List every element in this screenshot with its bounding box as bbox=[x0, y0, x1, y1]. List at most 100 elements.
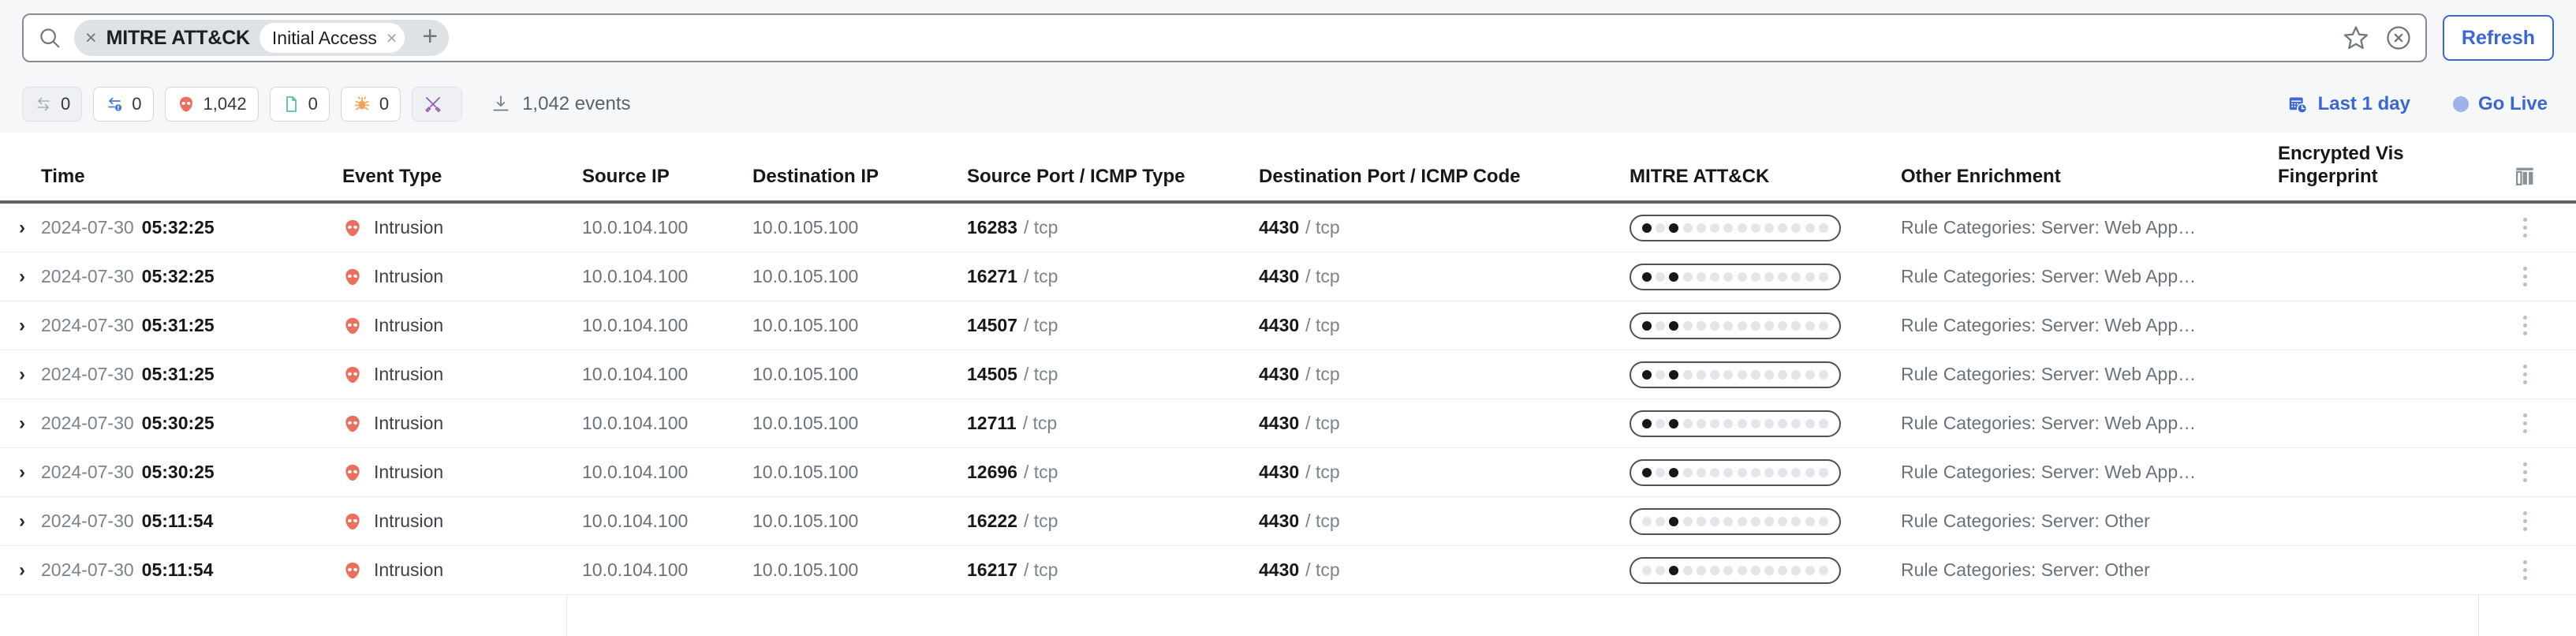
table-row[interactable]: › 2024-07-30 05:30:25 Intrusion 10.0.104.100… bbox=[0, 399, 2576, 448]
columns-icon[interactable] bbox=[2512, 164, 2537, 189]
row-menu-icon[interactable] bbox=[2518, 409, 2532, 438]
row-source-port: 16222 bbox=[967, 511, 1017, 531]
table-row[interactable]: › 2024-07-30 05:30:25 Intrusion 10.0.104.100… bbox=[0, 448, 2576, 497]
expand-row-button[interactable]: › bbox=[0, 559, 41, 581]
chevron-right-icon[interactable]: › bbox=[19, 559, 25, 581]
chevron-right-icon[interactable]: › bbox=[19, 315, 25, 336]
mitre-tactic-track[interactable] bbox=[1630, 410, 1841, 437]
mitre-tactic-track[interactable] bbox=[1630, 214, 1841, 241]
mitre-tactic-track[interactable] bbox=[1630, 556, 1841, 584]
row-time: 05:11:54 bbox=[141, 511, 214, 531]
expand-row-button[interactable]: › bbox=[0, 462, 41, 483]
chevron-right-icon[interactable]: › bbox=[19, 413, 25, 434]
mitre-tactic-track[interactable] bbox=[1630, 458, 1841, 486]
row-menu-icon[interactable] bbox=[2518, 556, 2532, 585]
clear-circle-icon[interactable] bbox=[2384, 24, 2413, 52]
table-row[interactable]: › 2024-07-30 05:11:54 Intrusion 10.0.104.100… bbox=[0, 546, 2576, 595]
row-source-ip: 10.0.104.100 bbox=[582, 462, 689, 482]
search-bar[interactable]: × MITRE ATT&CK Initial Access × + bbox=[22, 13, 2427, 62]
row-menu-icon[interactable] bbox=[2518, 507, 2532, 536]
mitre-tactic-track[interactable] bbox=[1630, 263, 1841, 290]
column-header-mitre-attack[interactable]: MITRE ATT&CK bbox=[1630, 166, 1901, 200]
column-header-encrypted-vis-fingerprint[interactable]: Encrypted Vis Fingerprint bbox=[2278, 143, 2475, 200]
row-date: 2024-07-30 bbox=[41, 266, 134, 286]
column-header-source-ip[interactable]: Source IP bbox=[554, 166, 752, 200]
row-other-enrichment: Rule Categories: Server: Web App… bbox=[1901, 315, 2197, 335]
mitre-tactic-track[interactable] bbox=[1630, 507, 1841, 535]
malware-chip[interactable]: 0 bbox=[340, 87, 401, 122]
row-menu-icon[interactable] bbox=[2518, 360, 2532, 389]
flow-chip[interactable]: 0 bbox=[22, 87, 83, 122]
file-chip[interactable]: 0 bbox=[269, 87, 330, 122]
expand-row-button[interactable]: › bbox=[0, 365, 41, 384]
tools-chip[interactable] bbox=[412, 87, 463, 122]
expand-row-button[interactable]: › bbox=[0, 217, 41, 238]
row-menu-icon[interactable] bbox=[2518, 311, 2532, 340]
alien-icon bbox=[177, 95, 196, 114]
mitre-dot bbox=[1778, 223, 1788, 233]
mitre-dot bbox=[1737, 565, 1747, 575]
row-event-type: Intrusion bbox=[374, 315, 444, 335]
expand-row-button[interactable]: › bbox=[0, 511, 41, 532]
star-icon[interactable] bbox=[2342, 24, 2370, 52]
alien-icon bbox=[342, 267, 363, 287]
expand-row-button[interactable]: › bbox=[0, 316, 41, 335]
file-chip-count: 0 bbox=[308, 94, 318, 114]
alien-icon bbox=[342, 413, 363, 434]
chevron-right-icon[interactable]: › bbox=[19, 511, 25, 532]
mitre-dot bbox=[1710, 516, 1720, 526]
events-count[interactable]: 1,042 events bbox=[491, 93, 631, 115]
row-menu-icon[interactable] bbox=[2518, 213, 2532, 242]
column-header-destination-ip[interactable]: Destination IP bbox=[752, 166, 967, 200]
cell-destination-port: 4430/ tcp bbox=[1259, 462, 1630, 483]
table-row[interactable]: › 2024-07-30 05:31:25 Intrusion 10.0.104.100… bbox=[0, 350, 2576, 399]
column-header-event-type[interactable]: Event Type bbox=[342, 166, 554, 200]
time-range-selector[interactable]: Last 1 day bbox=[2287, 93, 2410, 115]
go-live-toggle[interactable]: Go Live bbox=[2452, 93, 2548, 115]
row-other-enrichment: Rule Categories: Server: Web App… bbox=[1901, 364, 2197, 384]
expand-row-button[interactable]: › bbox=[0, 267, 41, 286]
column-header-destination-port[interactable]: Destination Port / ICMP Code bbox=[1259, 166, 1630, 200]
row-menu-icon[interactable] bbox=[2518, 458, 2532, 487]
chevron-right-icon[interactable]: › bbox=[19, 462, 25, 483]
mitre-dot bbox=[1656, 516, 1666, 526]
remove-filter-value-icon[interactable]: × bbox=[386, 28, 397, 47]
cell-time: 2024-07-30 05:31:25 bbox=[41, 315, 342, 336]
mitre-dot bbox=[1791, 320, 1801, 331]
table-row[interactable]: › 2024-07-30 05:32:25 Intrusion 10.0.104.100… bbox=[0, 253, 2576, 301]
mitre-dot bbox=[1710, 223, 1720, 233]
refresh-button[interactable]: Refresh bbox=[2442, 15, 2554, 61]
column-header-time[interactable]: Time bbox=[41, 166, 342, 200]
mitre-dot bbox=[1737, 271, 1747, 282]
row-source-port: 12711 bbox=[967, 413, 1017, 433]
chevron-right-icon[interactable]: › bbox=[19, 364, 25, 385]
mitre-tactic-track[interactable] bbox=[1630, 361, 1841, 388]
mitre-dot bbox=[1723, 271, 1734, 282]
add-filter-icon[interactable]: + bbox=[414, 23, 442, 53]
alert-flow-chip-count: 0 bbox=[132, 94, 142, 114]
table-row[interactable]: › 2024-07-30 05:32:25 Intrusion 10.0.104.100… bbox=[0, 204, 2576, 253]
row-destination-port: 4430 bbox=[1259, 413, 1300, 433]
row-menu-icon[interactable] bbox=[2518, 262, 2532, 291]
mitre-dot bbox=[1818, 467, 1828, 477]
chevron-right-icon[interactable]: › bbox=[19, 217, 25, 238]
mitre-dot bbox=[1764, 369, 1774, 380]
row-date: 2024-07-30 bbox=[41, 217, 134, 238]
mitre-tactic-track[interactable] bbox=[1630, 312, 1841, 339]
filter-key-label: MITRE ATT&CK bbox=[106, 26, 250, 49]
mitre-dot bbox=[1710, 271, 1720, 282]
filter-pill-mitre-attack[interactable]: × MITRE ATT&CK Initial Access × + bbox=[74, 20, 450, 56]
remove-filter-key-icon[interactable]: × bbox=[85, 28, 97, 48]
filter-value-chip[interactable]: Initial Access × bbox=[259, 23, 405, 53]
table-row[interactable]: › 2024-07-30 05:31:25 Intrusion 10.0.104.100… bbox=[0, 301, 2576, 350]
intrusion-chip[interactable]: 1,042 bbox=[164, 87, 259, 122]
alert-flow-chip[interactable]: 0 bbox=[93, 87, 154, 122]
table-row[interactable]: › 2024-07-30 05:11:54 Intrusion 10.0.104.100… bbox=[0, 497, 2576, 546]
cell-mitre-attack bbox=[1630, 312, 1901, 339]
expand-row-button[interactable]: › bbox=[0, 413, 41, 434]
column-header-other-enrichment[interactable]: Other Enrichment bbox=[1901, 166, 2278, 200]
row-date: 2024-07-30 bbox=[41, 511, 134, 531]
cell-source-ip: 10.0.104.100 bbox=[554, 413, 752, 434]
chevron-right-icon[interactable]: › bbox=[19, 266, 25, 287]
column-header-source-port[interactable]: Source Port / ICMP Type bbox=[967, 166, 1259, 200]
